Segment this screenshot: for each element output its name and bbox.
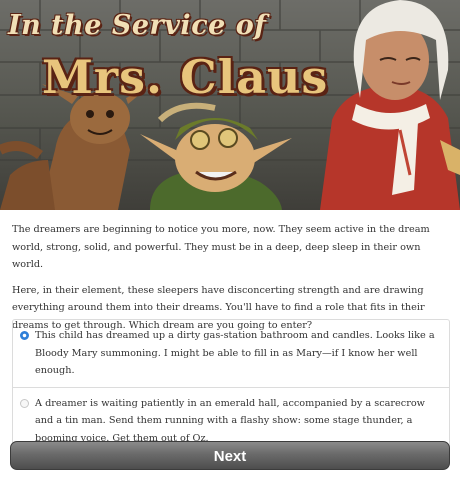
choice-text: This child has dreamed up a dirty gas-st… bbox=[35, 330, 435, 376]
title-line-1: In the Service of bbox=[8, 10, 267, 41]
title-line-2: Mrs. Claus bbox=[42, 50, 329, 104]
radio-button-selected[interactable] bbox=[20, 331, 29, 340]
mrs-claus-character bbox=[320, 0, 460, 210]
radio-button[interactable] bbox=[20, 398, 29, 408]
choice-text: A dreamer is waiting patiently in an eme… bbox=[35, 397, 425, 444]
next-button[interactable]: Next bbox=[10, 441, 450, 470]
story-paragraph: The dreamers are beginning to notice you… bbox=[12, 224, 430, 270]
banner-artwork: In the Service of Mrs. Claus bbox=[0, 0, 460, 210]
choice-option-1[interactable]: This child has dreamed up a dirty gas-st… bbox=[13, 320, 449, 387]
elf-character bbox=[140, 102, 292, 210]
choice-list: This child has dreamed up a dirty gas-st… bbox=[12, 319, 450, 455]
